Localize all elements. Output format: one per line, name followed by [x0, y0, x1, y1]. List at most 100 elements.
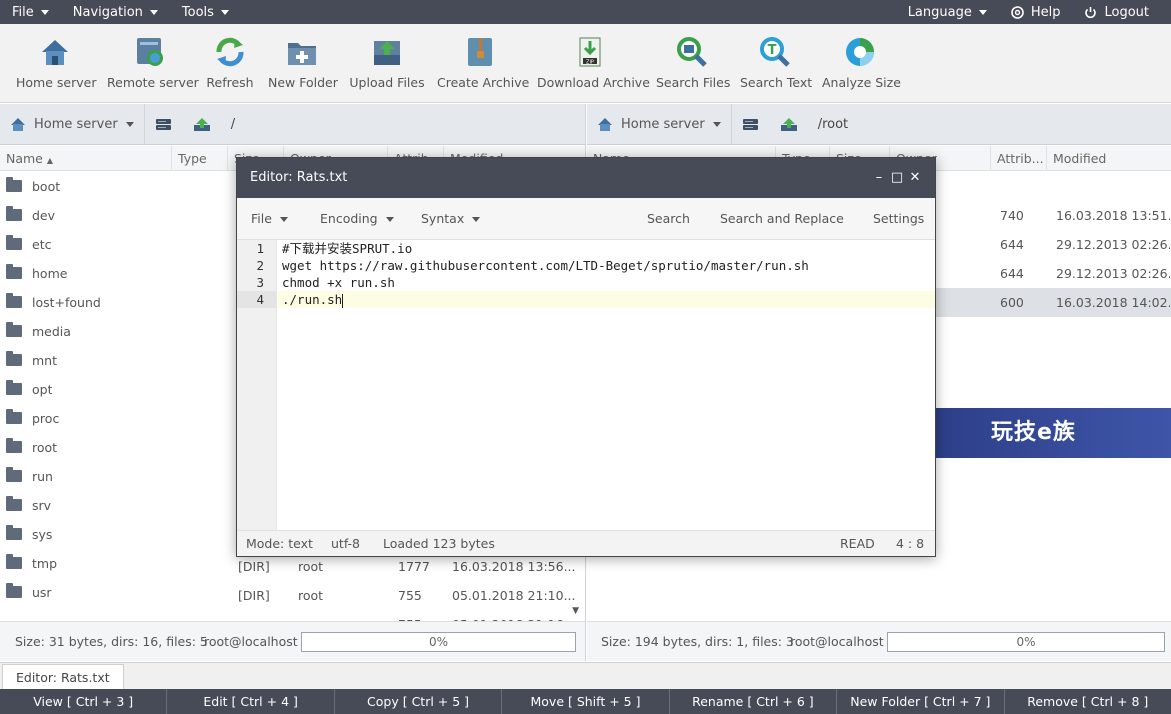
code-line[interactable]: wget https://raw.githubusercontent.com/L… [278, 257, 935, 274]
folder-icon [6, 409, 22, 424]
editor-tab[interactable]: Editor: Rats.txt [2, 664, 124, 689]
home-server-button[interactable]: Home server [16, 32, 97, 98]
new-folder-button[interactable]: New Folder [268, 32, 338, 98]
remote-server-label: Remote server [107, 75, 199, 90]
menu-help-label: Help [1030, 4, 1061, 20]
left-drive-button[interactable] [145, 104, 183, 145]
editor-mode: Mode: text [246, 536, 313, 551]
folder-icon [6, 177, 22, 192]
edit-button[interactable]: Edit [ Ctrl + 4 ] [167, 689, 335, 714]
menu-tools[interactable]: Tools [170, 0, 241, 24]
editor-status-bar: Mode: text utf-8 Loaded 123 bytes READ 4… [237, 530, 935, 556]
col-name[interactable]: Name ▲ [0, 146, 172, 171]
editor-menu-syntax[interactable]: Syntax [421, 198, 481, 240]
item-attrib: 740 [1000, 208, 1024, 223]
analyze-size-button[interactable]: Analyze Size [822, 32, 901, 98]
item-modified: 16.03.2018 14:02... [1056, 295, 1170, 310]
editor-search-replace-button[interactable]: Search and Replace [720, 198, 844, 240]
copy-button[interactable]: Copy [ Ctrl + 5 ] [335, 689, 503, 714]
upload-files-button[interactable]: Upload Files [349, 32, 425, 98]
folder-up-icon [193, 117, 210, 131]
editor-menu-encoding[interactable]: Encoding [320, 198, 394, 240]
item-owner: root [298, 588, 324, 603]
line-number: 2 [256, 258, 264, 273]
home-icon [11, 117, 25, 131]
new-folder-icon [285, 35, 319, 69]
code-area[interactable]: #下载并安装SPRUT.io wget https://raw.githubus… [278, 240, 935, 531]
folder-icon [6, 235, 22, 250]
col-attrib[interactable]: Attrib... [991, 146, 1047, 171]
right-panel-toolbar: Home server /root [587, 103, 1171, 145]
editor-tab-strip: Editor: Rats.txt [0, 662, 1171, 689]
left-progress-bar: 0% [301, 632, 576, 652]
right-server-select[interactable]: Home server [587, 104, 731, 145]
left-user: root@localhost [204, 634, 298, 649]
scroll-down-icon[interactable]: ▼ [572, 606, 579, 616]
move-button[interactable]: Move [ Shift + 5 ] [502, 689, 670, 714]
chevron-down-icon [279, 216, 288, 222]
code-line[interactable]: chmod +x run.sh [278, 274, 935, 291]
chevron-down-icon [40, 9, 49, 15]
home-server-label: Home server [16, 75, 97, 90]
item-name: dev [32, 208, 56, 223]
right-parent-dir-button[interactable] [770, 104, 808, 145]
new-folder-fkey-button[interactable]: New Folder [ Ctrl + 7 ] [837, 689, 1005, 714]
editor-menu-file[interactable]: File [251, 198, 288, 240]
item-name: lost+found [32, 295, 101, 310]
item-name: boot [32, 179, 61, 194]
search-text-button[interactable]: T Search Text [740, 32, 812, 98]
editor-menu: File Encoding Syntax Search Search and R… [237, 198, 935, 240]
right-user: root@localhost [790, 634, 884, 649]
minimize-icon[interactable]: – [869, 158, 889, 198]
remote-server-button[interactable]: Remote server [107, 32, 199, 98]
left-server-select[interactable]: Home server [0, 104, 144, 145]
watermark-banner: 玩技e族 [915, 408, 1171, 458]
editor-titlebar[interactable]: Editor: Rats.txt – □ ✕ [237, 158, 935, 198]
col-modified[interactable]: Modified [1047, 146, 1171, 171]
drive-icon [743, 118, 759, 130]
menu-file[interactable]: File [0, 0, 61, 24]
rename-button[interactable]: Rename [ Ctrl + 6 ] [670, 689, 838, 714]
maximize-icon[interactable]: □ [887, 158, 907, 198]
item-modified: 16.03.2018 13:51... [1056, 208, 1170, 223]
folder-icon [6, 496, 22, 511]
view-button[interactable]: View [ Ctrl + 3 ] [0, 689, 168, 714]
col-name-label: Name [6, 151, 43, 166]
menu-help[interactable]: Help [999, 0, 1073, 24]
menu-logout[interactable]: Logout [1072, 0, 1171, 24]
item-attrib: 600 [1000, 295, 1024, 310]
create-archive-button[interactable]: Create Archive [437, 32, 529, 98]
editor-search-button[interactable]: Search [647, 198, 690, 240]
col-type[interactable]: Type [172, 146, 228, 171]
editor-settings-button[interactable]: Settings [873, 198, 924, 240]
download-archive-button[interactable]: ZIP Download Archive [537, 32, 650, 98]
watermark-text: 玩技e族 [991, 420, 1076, 445]
remote-server-icon [133, 35, 167, 69]
archive-icon [463, 35, 497, 69]
editor-encoding: utf-8 [331, 536, 361, 551]
item-name: root [32, 440, 58, 455]
menu-navigation[interactable]: Navigation [61, 0, 170, 24]
folder-icon [6, 264, 22, 279]
chevron-down-icon [220, 9, 229, 15]
close-icon[interactable]: ✕ [905, 158, 925, 198]
item-attrib: 644 [1000, 237, 1024, 252]
folder-up-icon [780, 117, 797, 131]
right-progress-text: 0% [1016, 635, 1036, 649]
line-number-gutter: 1 2 3 4 [237, 240, 277, 531]
left-path: / [230, 116, 236, 132]
remove-button[interactable]: Remove [ Ctrl + 8 ] [1005, 689, 1171, 714]
code-line[interactable]: #下载并安装SPRUT.io [278, 240, 935, 257]
refresh-button[interactable]: Refresh [205, 32, 255, 98]
menu-language[interactable]: Language [896, 0, 999, 24]
right-drive-button[interactable] [732, 104, 770, 145]
editor-menu-file-label: File [251, 211, 272, 226]
chevron-down-icon [712, 121, 721, 127]
search-files-button[interactable]: Search Files [656, 32, 730, 98]
folder-icon [6, 438, 22, 453]
left-parent-dir-button[interactable] [183, 104, 221, 145]
folder-icon [6, 583, 22, 598]
code-line-active[interactable]: ./run.sh [278, 291, 935, 308]
line-number-active: 4 [237, 291, 276, 308]
code-line-text: ./run.sh [282, 292, 343, 307]
